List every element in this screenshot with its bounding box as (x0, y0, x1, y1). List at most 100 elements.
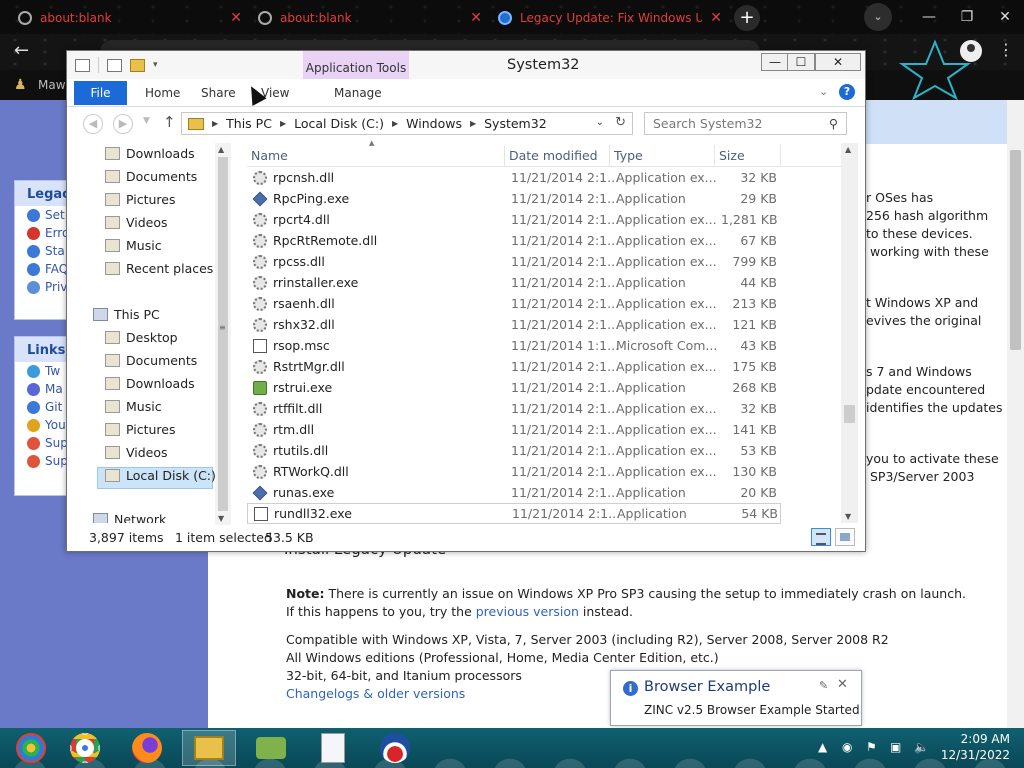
tab-share[interactable]: Share (201, 81, 236, 105)
table-row[interactable]: RstrtMgr.dll 11/21/2014 2:1... Application… (247, 356, 781, 377)
table-row[interactable]: rpcrt4.dll 11/21/2014 2:1... Application e… (247, 209, 781, 230)
new-folder-icon[interactable] (130, 58, 145, 72)
link-mastodon[interactable]: Ma (15, 380, 69, 398)
previous-version-link[interactable]: previous version (476, 604, 579, 619)
page-scrollbar-thumb[interactable] (1010, 150, 1021, 350)
table-row[interactable]: rrinstaller.exe 11/21/2014 2:1... Applicat… (247, 272, 781, 293)
bookmark-label[interactable]: Maw (38, 78, 66, 92)
volume-icon[interactable]: 🔈 (914, 740, 929, 754)
tab-manage[interactable]: Manage (334, 81, 382, 105)
nav-item[interactable]: Music (105, 235, 162, 255)
legacy-link-status[interactable]: Sta (15, 242, 69, 260)
nav-item[interactable]: Documents (105, 166, 197, 186)
zinc-tray-icon[interactable]: ◉ (842, 740, 856, 754)
back-arrow-icon[interactable]: ← (14, 40, 29, 61)
nav-item[interactable]: Pictures (105, 419, 176, 439)
notification-balloon[interactable]: i Browser Example ZINC v2.5 Browser Exam… (610, 670, 862, 726)
table-row[interactable]: RpcRtRemote.dll 11/21/2014 2:1... Applicat… (247, 230, 781, 251)
browser-tab-3-active[interactable]: Legacy Update: Fix Windows Upd ✕ (490, 4, 730, 32)
tab-home[interactable]: Home (145, 81, 180, 105)
chevron-right-icon[interactable]: ▶ (280, 119, 286, 128)
pin-icon[interactable]: ✎ (819, 679, 828, 692)
nav-item[interactable]: Downloads (105, 373, 195, 393)
link-youtube[interactable]: You (15, 416, 69, 434)
table-row[interactable]: rpcnsh.dll 11/21/2014 2:1... Application e… (247, 167, 781, 188)
search-icon[interactable]: ⚲ (829, 113, 838, 134)
table-row[interactable]: rtm.dll 11/21/2014 2:1... Application ex..… (247, 419, 781, 440)
close-tab-icon[interactable]: ✕ (470, 10, 482, 26)
breadcrumb-system32[interactable]: System32 (484, 116, 547, 131)
back-icon[interactable]: ◀ (83, 114, 103, 134)
column-type[interactable]: Type (610, 145, 715, 167)
column-size[interactable]: Size (715, 145, 781, 167)
search-input[interactable]: Search System32 ⚲ (644, 112, 847, 135)
tab-file[interactable]: File (74, 81, 127, 105)
nav-item[interactable]: Downloads (105, 143, 195, 163)
minimize-button[interactable]: — (761, 53, 789, 71)
address-dropdown-icon[interactable]: ⌄ (596, 117, 604, 128)
tab-search-icon[interactable]: ⌄ (864, 3, 892, 31)
start-button[interactable] (4, 730, 58, 766)
breadcrumb-this-pc[interactable]: This PC (226, 116, 272, 131)
clock[interactable]: 2:09 AM 12/31/2022 (930, 731, 1010, 763)
taskbar-chrome[interactable] (58, 730, 112, 766)
close-button[interactable]: ✕ (815, 53, 861, 71)
scroll-up-icon[interactable]: ▲ (218, 145, 224, 154)
large-icons-view-icon[interactable] (835, 528, 855, 546)
maximize-button[interactable]: ☐ (787, 53, 815, 71)
scroll-down-icon[interactable]: ▼ (218, 514, 224, 523)
nav-item[interactable]: Recent places (105, 258, 213, 278)
nav-item[interactable]: This PC (93, 304, 160, 324)
file-list-scrollbar-thumb[interactable] (844, 405, 855, 423)
show-hidden-icons-icon[interactable]: ▲ (818, 740, 832, 754)
scroll-up-icon[interactable]: ▲ (845, 145, 851, 154)
refresh-icon[interactable]: ↻ (615, 115, 626, 130)
expand-ribbon-icon[interactable]: ⌄ (819, 85, 828, 98)
tab-view[interactable]: View (261, 81, 289, 105)
chevron-right-icon[interactable]: ▶ (470, 119, 476, 128)
table-row[interactable]: RTWorkQ.dll 11/21/2014 2:1... Application … (247, 461, 781, 482)
link-support-2[interactable]: Sup (15, 452, 69, 470)
close-window-icon[interactable]: ✕ (986, 9, 1024, 25)
recent-locations-icon[interactable]: ▼ (143, 116, 150, 126)
table-row[interactable]: rsaenh.dll 11/21/2014 2:1... Application e… (247, 293, 781, 314)
flag-icon[interactable]: ⚑ (866, 740, 880, 754)
nav-item[interactable]: Desktop (105, 327, 178, 347)
nav-scrollbar-thumb[interactable] (218, 157, 228, 511)
table-row[interactable]: rtutils.dll 11/21/2014 2:1... Application … (247, 440, 781, 461)
nav-item[interactable]: Music (105, 396, 162, 416)
table-row[interactable]: rtffilt.dll 11/21/2014 2:1... Application … (247, 398, 781, 419)
minimize-icon[interactable]: — (910, 9, 948, 25)
restore-icon[interactable]: ❐ (948, 9, 986, 25)
new-document-icon[interactable] (107, 58, 122, 72)
file-list-scrollbar[interactable]: ▲ ▼ (841, 143, 858, 523)
taskbar-network-app[interactable] (244, 730, 298, 766)
chevron-right-icon[interactable]: ▶ (392, 119, 398, 128)
column-date-modified[interactable]: Date modified (505, 145, 610, 167)
nav-item[interactable]: Network (93, 509, 166, 523)
legacy-link-errors[interactable]: Erro (15, 224, 69, 242)
table-row[interactable]: rsop.msc 11/21/2014 1:1... Microsoft Com..… (247, 335, 781, 356)
table-row[interactable]: rstrui.exe 11/21/2014 2:1... Application 26… (247, 377, 781, 398)
link-github[interactable]: Git (15, 398, 69, 416)
customize-toolbar-icon[interactable]: ▾ (153, 60, 158, 70)
properties-icon[interactable] (75, 58, 90, 72)
menu-dots-icon[interactable]: ⋮ (998, 40, 1014, 59)
chevron-right-icon[interactable]: ▶ (212, 119, 218, 128)
nav-item[interactable]: Videos (105, 442, 168, 462)
legacy-link-faq[interactable]: FAQ (15, 260, 69, 278)
bookmark-user-icon[interactable]: ♟ (14, 77, 27, 93)
nav-item[interactable]: Local Disk (C:) (105, 465, 216, 485)
link-support-1[interactable]: Sup (15, 434, 69, 452)
close-tab-icon[interactable]: ✕ (230, 10, 242, 26)
table-row[interactable]: runas.exe 11/21/2014 2:1... Application 20 … (247, 482, 781, 503)
scroll-down-icon[interactable]: ▼ (845, 512, 851, 521)
page-scrollbar[interactable] (1007, 100, 1024, 728)
taskbar-file-explorer[interactable] (182, 730, 236, 766)
close-tab-icon[interactable]: ✕ (710, 10, 722, 26)
nav-item[interactable]: Pictures (105, 189, 176, 209)
close-icon[interactable]: ✕ (837, 677, 848, 692)
network-status-icon[interactable]: ▣ (890, 740, 904, 754)
forward-icon[interactable]: ▶ (113, 114, 133, 134)
taskbar-blank-document[interactable] (306, 730, 360, 766)
